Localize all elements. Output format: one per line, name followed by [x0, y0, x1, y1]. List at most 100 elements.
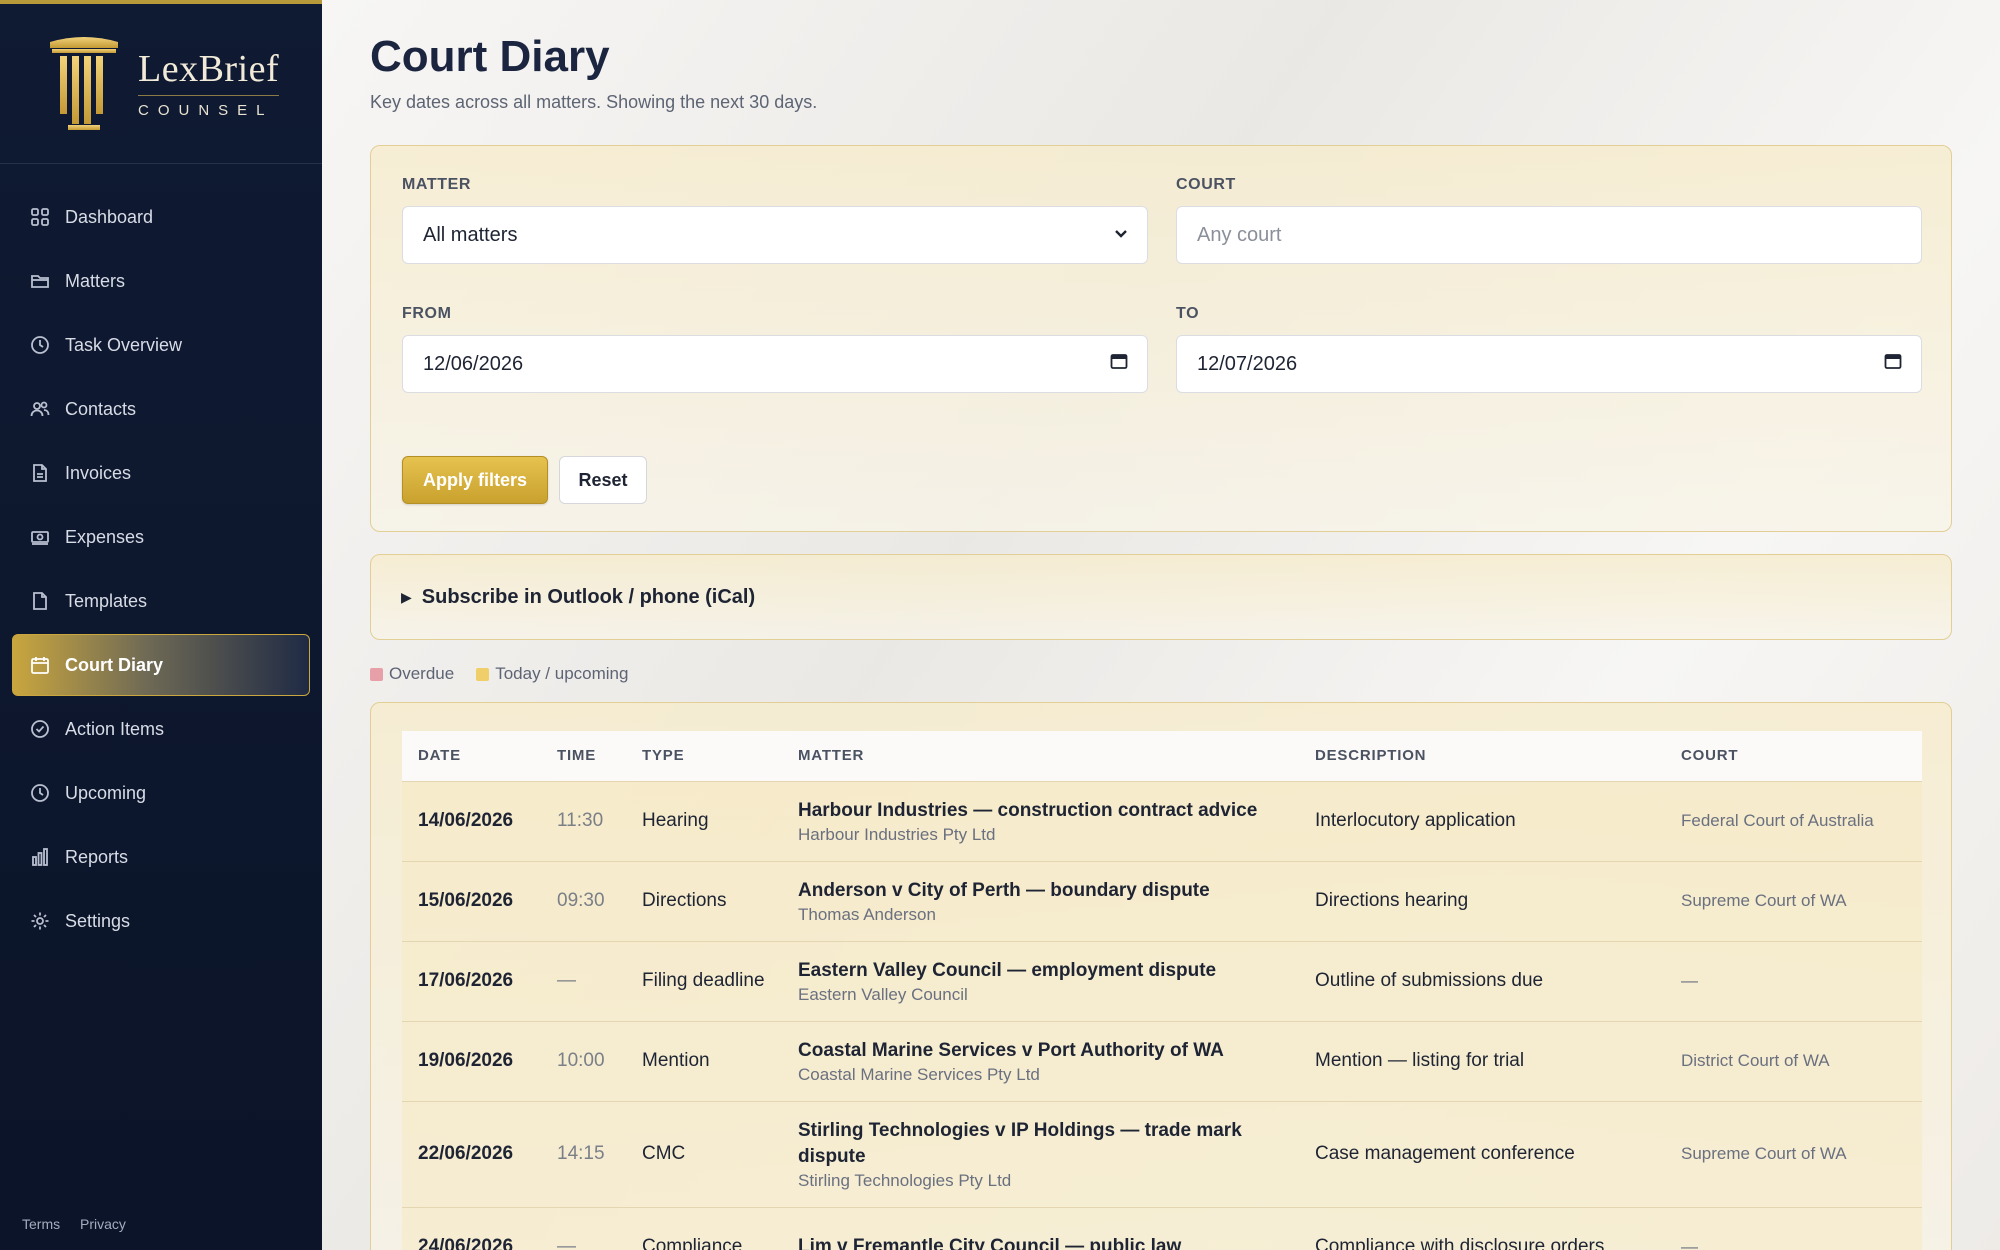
sidebar-item-invoices[interactable]: Invoices — [12, 442, 310, 504]
ical-subscribe-label: Subscribe in Outlook / phone (iCal) — [421, 585, 756, 608]
check-circle-icon — [29, 718, 51, 740]
cell-description: Interlocutory application — [1299, 780, 1665, 861]
cell-matter[interactable]: Harbour Industries — construction contra… — [782, 780, 1299, 861]
column-header-date[interactable]: DATE — [402, 731, 541, 781]
brand-name: LexBrief — [138, 47, 280, 90]
from-date-value: 12/06/2026 — [423, 352, 524, 375]
main-content: Court Diary Key dates across all matters… — [322, 0, 2000, 1250]
matter-title[interactable]: Harbour Industries — construction contra… — [798, 798, 1299, 824]
cell-matter[interactable]: Lim v Fremantle City Council — public la… — [782, 1206, 1299, 1250]
to-date-input[interactable]: 12/07/2026 — [1176, 335, 1922, 393]
cell-matter[interactable]: Stirling Technologies v IP Holdings — tr… — [782, 1100, 1299, 1207]
sidebar-item-label: Court Diary — [65, 654, 164, 675]
sidebar-item-upcoming[interactable]: Upcoming — [12, 762, 310, 824]
sidebar-item-contacts[interactable]: Contacts — [12, 378, 310, 440]
apply-filters-button[interactable]: Apply filters — [402, 456, 548, 504]
users-icon — [29, 398, 51, 420]
matter-select-value: All matters — [423, 223, 518, 246]
cell-type: Filing deadline — [626, 940, 782, 1021]
sidebar-item-templates[interactable]: Templates — [12, 570, 310, 632]
court-input[interactable]: Any court — [1176, 206, 1922, 264]
table-header-row: DATE TIME TYPE MATTER DESCRIPTION COURT — [402, 731, 1922, 781]
matter-select[interactable]: All matters — [402, 206, 1148, 264]
column-header-time[interactable]: TIME — [541, 731, 626, 781]
table-row[interactable]: 24/06/2026 — Compliance Lim v Fremantle … — [402, 1206, 1922, 1250]
matter-title[interactable]: Lim v Fremantle City Council — public la… — [798, 1234, 1299, 1250]
matter-title[interactable]: Stirling Technologies v IP Holdings — tr… — [798, 1118, 1299, 1170]
cell-description: Case management conference — [1299, 1100, 1665, 1207]
sidebar-item-label: Invoices — [65, 462, 132, 483]
page-subtitle: Key dates across all matters. Showing th… — [370, 92, 818, 112]
sidebar-item-settings[interactable]: Settings — [12, 890, 310, 952]
clock-icon — [29, 782, 51, 804]
column-header-matter[interactable]: MATTER — [782, 731, 1299, 781]
calendar-icon[interactable] — [1883, 351, 1903, 377]
calendar-icon[interactable] — [1109, 351, 1129, 377]
table-row[interactable]: 15/06/2026 09:30 Directions Anderson v C… — [402, 860, 1922, 941]
cell-type: Compliance — [626, 1206, 782, 1250]
sidebar-item-task-overview[interactable]: Task Overview — [12, 314, 310, 376]
table-row[interactable]: 17/06/2026 — Filing deadline Eastern Val… — [402, 940, 1922, 1021]
filters-panel: MATTER All matters COURT Any court FROM … — [370, 145, 1952, 532]
diary-table: DATE TIME TYPE MATTER DESCRIPTION COURT … — [402, 731, 1922, 1250]
grid-icon — [29, 206, 51, 228]
disclosure-triangle-icon: ▶ — [401, 588, 412, 605]
cell-time: 09:30 — [541, 860, 626, 941]
bar-chart-icon — [29, 846, 51, 868]
reset-button[interactable]: Reset — [559, 456, 647, 504]
legend-overdue: Overdue — [370, 664, 454, 684]
matter-title[interactable]: Anderson v City of Perth — boundary disp… — [798, 878, 1299, 904]
cell-court: — — [1665, 940, 1922, 1021]
document-icon — [29, 462, 51, 484]
sidebar-item-action-items[interactable]: Action Items — [12, 698, 310, 760]
matter-client: Harbour Industries Pty Ltd — [798, 824, 996, 844]
cell-matter[interactable]: Eastern Valley Council — employment disp… — [782, 940, 1299, 1021]
brand-logo[interactable]: LexBrief COUNSEL — [0, 4, 322, 164]
sidebar-footer: Terms Privacy — [22, 1216, 142, 1232]
cell-matter[interactable]: Coastal Marine Services v Port Authority… — [782, 1020, 1299, 1101]
pillar-logo-icon — [50, 36, 118, 130]
gear-icon — [29, 910, 51, 932]
to-label: TO — [1176, 305, 1200, 322]
cell-date: 22/06/2026 — [402, 1100, 541, 1207]
column-header-type[interactable]: TYPE — [626, 731, 782, 781]
sidebar-item-court-diary[interactable]: Court Diary — [12, 634, 310, 696]
legend-overdue-label: Overdue — [389, 664, 455, 683]
sidebar-nav: Dashboard Matters Task Overview Contacts… — [0, 186, 322, 952]
cell-court: — — [1665, 1206, 1922, 1250]
sidebar-item-label: Templates — [65, 590, 148, 611]
sidebar-item-dashboard[interactable]: Dashboard — [12, 186, 310, 248]
table-row[interactable]: 22/06/2026 14:15 CMC Stirling Technologi… — [402, 1100, 1922, 1207]
matter-title[interactable]: Eastern Valley Council — employment disp… — [798, 958, 1299, 984]
court-input-placeholder: Any court — [1197, 223, 1282, 246]
sidebar-item-label: Action Items — [65, 718, 165, 739]
cell-court: District Court of WA — [1665, 1020, 1922, 1101]
cell-time: — — [541, 1206, 626, 1250]
column-header-court[interactable]: COURT — [1665, 731, 1922, 781]
cell-type: Hearing — [626, 780, 782, 861]
matter-title[interactable]: Coastal Marine Services v Port Authority… — [798, 1038, 1299, 1064]
matter-client: Eastern Valley Council — [798, 984, 968, 1004]
cell-type: Mention — [626, 1020, 782, 1101]
from-date-input[interactable]: 12/06/2026 — [402, 335, 1148, 393]
sidebar-item-label: Upcoming — [65, 782, 147, 803]
privacy-link[interactable]: Privacy — [80, 1216, 126, 1232]
folder-icon — [29, 270, 51, 292]
sidebar-item-reports[interactable]: Reports — [12, 826, 310, 888]
terms-link[interactable]: Terms — [22, 1216, 60, 1232]
cell-description: Compliance with disclosure orders — [1299, 1206, 1665, 1250]
legend-upcoming: Today / upcoming — [476, 664, 628, 684]
from-label: FROM — [402, 305, 452, 322]
table-row[interactable]: 14/06/2026 11:30 Hearing Harbour Industr… — [402, 780, 1922, 861]
diary-table-panel: DATE TIME TYPE MATTER DESCRIPTION COURT … — [370, 702, 1952, 1250]
column-header-description[interactable]: DESCRIPTION — [1299, 731, 1665, 781]
cell-court: Federal Court of Australia — [1665, 780, 1922, 861]
sidebar-item-matters[interactable]: Matters — [12, 250, 310, 312]
calendar-icon — [29, 654, 51, 676]
sidebar-item-expenses[interactable]: Expenses — [12, 506, 310, 568]
sidebar: LexBrief COUNSEL Dashboard Matters Task … — [0, 0, 322, 1250]
ical-subscribe-toggle[interactable]: ▶ Subscribe in Outlook / phone (iCal) — [370, 554, 1952, 640]
cell-matter[interactable]: Anderson v City of Perth — boundary disp… — [782, 860, 1299, 941]
to-date-value: 12/07/2026 — [1197, 352, 1298, 375]
table-row[interactable]: 19/06/2026 10:00 Mention Coastal Marine … — [402, 1020, 1922, 1101]
